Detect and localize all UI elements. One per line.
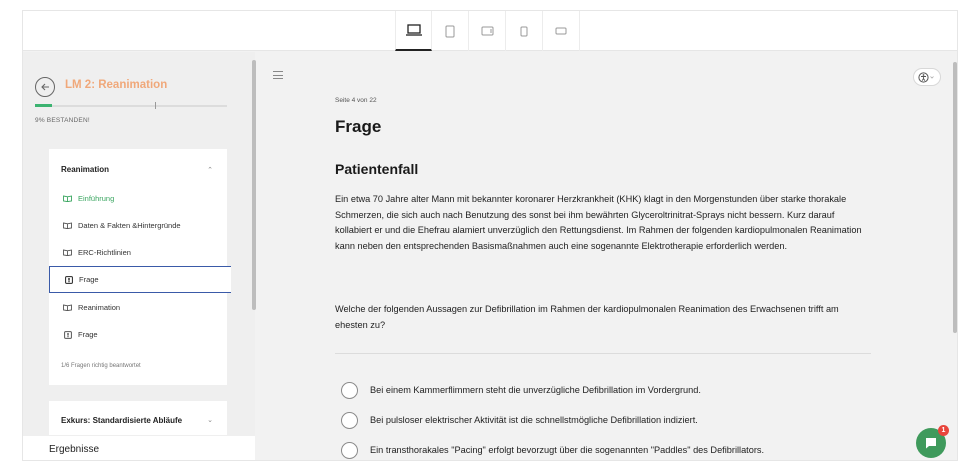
results-item[interactable]: Ergebnisse — [23, 436, 255, 460]
answer-option-label: Ein transthorakales "Pacing" erfolgt bev… — [370, 445, 765, 455]
back-button[interactable] — [35, 77, 55, 97]
case-heading: Patientenfall — [335, 161, 419, 177]
book-icon — [63, 249, 72, 256]
section-card-exkurs[interactable]: Exkurs: Standardisierte Abläufe ⌄ — [49, 401, 227, 435]
sidebar-item-reanimation[interactable]: Reanimation — [49, 294, 227, 321]
tablet-landscape-icon — [481, 26, 493, 36]
sidebar-item-label: ERC-Richtlinien — [78, 248, 131, 257]
phone-landscape-icon — [555, 27, 567, 35]
answer-option-label: Bei einem Kammerflimmern steht die unver… — [370, 385, 701, 395]
question-text: Welche der folgenden Aussagen zur Defibr… — [335, 304, 839, 330]
course-sidebar: LM 2: Reanimation 9% BESTANDEN! Reanimat… — [23, 52, 255, 460]
progress-bar — [35, 102, 227, 109]
questions-score: 1/6 Fragen richtig beantwortet — [61, 363, 141, 369]
chevron-down-icon: ⌄ — [207, 417, 213, 424]
page-indicator: Seite 4 von 22 — [335, 97, 377, 104]
section-card-reanimation: Reanimation ⌃ Einführung Daten & Fakten … — [49, 149, 231, 385]
answer-option-label: Bei pulsloser elektrischer Aktivität ist… — [370, 415, 698, 425]
menu-icon[interactable] — [273, 71, 283, 82]
chat-icon — [926, 438, 936, 449]
arrow-left-icon — [40, 83, 49, 91]
device-phone-portrait-button[interactable] — [506, 11, 543, 51]
device-tablet-landscape-button[interactable] — [469, 11, 506, 51]
section-title[interactable]: Reanimation — [61, 165, 109, 174]
question-icon — [64, 275, 73, 284]
accessibility-button[interactable] — [913, 68, 941, 86]
sidebar-item-label: Reanimation — [78, 303, 121, 312]
device-switcher — [395, 11, 580, 51]
sidebar-item-frage[interactable]: Frage — [49, 321, 227, 348]
question-icon — [63, 330, 72, 339]
book-icon — [63, 304, 72, 311]
device-laptop-button[interactable] — [395, 11, 432, 51]
page-title: Frage — [335, 117, 382, 136]
accessibility-icon — [918, 71, 934, 83]
content-scrollbar[interactable] — [953, 62, 957, 333]
answer-option[interactable]: Bei pulsloser elektrischer Aktivität ist… — [341, 411, 698, 429]
sidebar-item-frage-active[interactable]: Frage — [49, 266, 231, 293]
notification-badge: 1 — [938, 425, 949, 436]
book-icon — [63, 195, 72, 202]
device-phone-landscape-button[interactable] — [543, 11, 580, 51]
chevron-up-icon[interactable]: ⌃ — [207, 166, 213, 174]
progress-threshold-marker — [155, 102, 156, 109]
sidebar-item-erc-richtlinien[interactable]: ERC-Richtlinien — [49, 239, 227, 266]
answer-option[interactable]: Bei einem Kammerflimmern steht die unver… — [341, 381, 701, 399]
app-frame: LM 2: Reanimation 9% BESTANDEN! Reanimat… — [22, 10, 958, 461]
progress-fill — [35, 104, 53, 107]
phone-portrait-icon — [520, 26, 528, 36]
passed-label: 9% BESTANDEN! — [35, 117, 90, 124]
case-description: Ein etwa 70 Jahre alter Mann mit bekannt… — [335, 194, 862, 251]
sidebar-scrollbar[interactable] — [252, 60, 256, 310]
radio-button[interactable] — [341, 411, 358, 429]
device-tablet-portrait-button[interactable] — [432, 11, 469, 51]
sidebar-item-einfuehrung[interactable]: Einführung — [49, 185, 227, 212]
device-preview-bar — [23, 11, 957, 51]
tablet-portrait-icon — [445, 25, 455, 37]
radio-button[interactable] — [341, 441, 358, 459]
sidebar-item-label: Einführung — [78, 194, 115, 203]
answer-option[interactable]: Ein transthorakales "Pacing" erfolgt bev… — [341, 441, 764, 459]
divider — [335, 353, 871, 354]
radio-button[interactable] — [341, 381, 358, 399]
sidebar-item-label: Daten & Fakten &Hintergründe — [78, 221, 181, 230]
sidebar-item-daten-fakten[interactable]: Daten & Fakten &Hintergründe — [49, 212, 227, 239]
section-title: Exkurs: Standardisierte Abläufe — [61, 416, 183, 425]
module-title: LM 2: Reanimation — [65, 79, 168, 91]
laptop-icon — [405, 24, 422, 36]
sidebar-item-label: Frage — [79, 275, 99, 284]
book-icon — [63, 222, 72, 229]
sidebar-item-label: Frage — [78, 330, 98, 339]
